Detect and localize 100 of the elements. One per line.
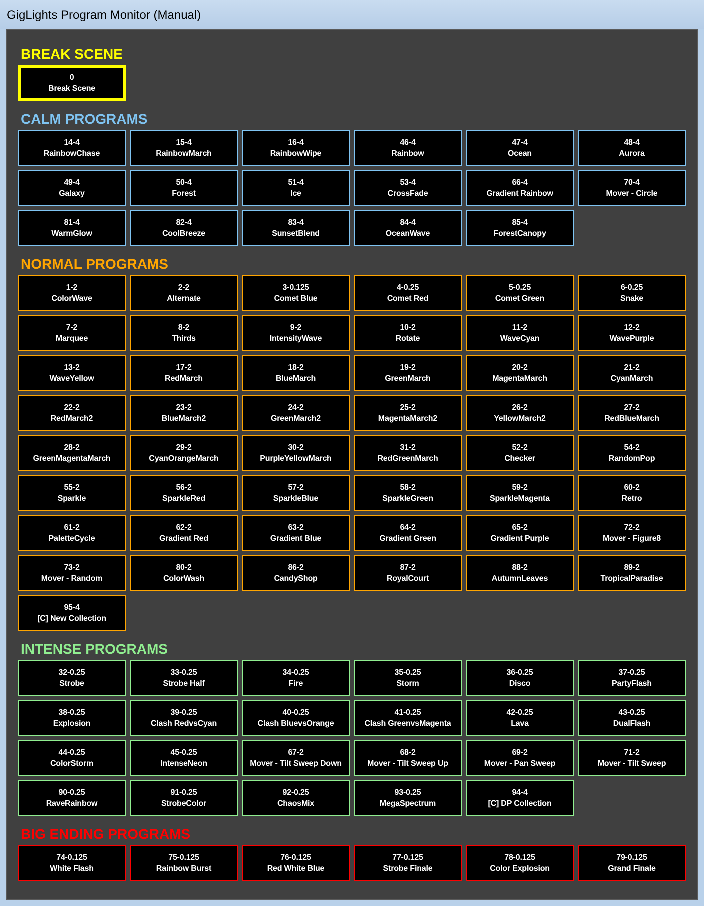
program-button[interactable]: 53-4 CrossFade <box>354 170 462 206</box>
program-button[interactable]: 68-2 Mover - Tilt Sweep Up <box>354 740 462 776</box>
program-button[interactable]: 95-4 [C] New Collection <box>18 595 126 631</box>
program-button[interactable]: 29-2 CyanOrangeMarch <box>130 435 238 471</box>
program-button[interactable]: 60-2 Retro <box>578 475 686 511</box>
program-button[interactable]: 91-0.25 StrobeColor <box>130 780 238 816</box>
program-button[interactable]: 55-2 Sparkle <box>18 475 126 511</box>
program-button[interactable]: 10-2 Rotate <box>354 315 462 351</box>
program-button[interactable]: 49-4 Galaxy <box>18 170 126 206</box>
program-button[interactable]: 89-2 TropicalParadise <box>578 555 686 591</box>
program-button[interactable]: 26-2 YellowMarch2 <box>466 395 574 431</box>
program-button[interactable]: 94-4 [C] DP Collection <box>466 780 574 816</box>
program-button[interactable]: 59-2 SparkleMagenta <box>466 475 574 511</box>
program-button[interactable]: 32-0.25 Strobe <box>18 660 126 696</box>
program-button[interactable]: 8-2 Thirds <box>130 315 238 351</box>
program-button[interactable]: 74-0.125 White Flash <box>18 845 126 881</box>
program-button[interactable]: 33-0.25 Strobe Half <box>130 660 238 696</box>
program-button[interactable]: 12-2 WavePurple <box>578 315 686 351</box>
program-button[interactable]: 31-2 RedGreenMarch <box>354 435 462 471</box>
program-button[interactable]: 86-2 CandyShop <box>242 555 350 591</box>
program-button[interactable]: 78-0.125 Color Explosion <box>466 845 574 881</box>
program-button[interactable]: 17-2 RedMarch <box>130 355 238 391</box>
window-title: GigLights Program Monitor (Manual) <box>7 8 202 22</box>
program-button[interactable]: 72-2 Mover - Figure8 <box>578 515 686 551</box>
program-button[interactable]: 19-2 GreenMarch <box>354 355 462 391</box>
program-button[interactable]: 22-2 RedMarch2 <box>18 395 126 431</box>
program-button[interactable]: 40-0.25 Clash BluevsOrange <box>242 700 350 736</box>
program-button[interactable]: 34-0.25 Fire <box>242 660 350 696</box>
program-button[interactable]: 76-0.125 Red White Blue <box>242 845 350 881</box>
program-button[interactable]: 15-4 RainbowMarch <box>130 130 238 166</box>
program-button[interactable]: 67-2 Mover - Tilt Sweep Down <box>242 740 350 776</box>
program-button[interactable]: 70-4 Mover - Circle <box>578 170 686 206</box>
program-button[interactable]: 50-4 Forest <box>130 170 238 206</box>
program-button[interactable]: 41-0.25 Clash GreenvsMagenta <box>354 700 462 736</box>
program-button[interactable]: 75-0.125 Rainbow Burst <box>130 845 238 881</box>
program-button[interactable]: 88-2 AutumnLeaves <box>466 555 574 591</box>
program-button[interactable]: 3-0.125 Comet Blue <box>242 275 350 311</box>
program-button[interactable]: 23-2 BlueMarch2 <box>130 395 238 431</box>
program-button[interactable]: 11-2 WaveCyan <box>466 315 574 351</box>
program-button[interactable]: 27-2 RedBlueMarch <box>578 395 686 431</box>
program-button[interactable]: 9-2 IntensityWave <box>242 315 350 351</box>
program-button[interactable]: 28-2 GreenMagentaMarch <box>18 435 126 471</box>
program-button[interactable]: 13-2 WaveYellow <box>18 355 126 391</box>
program-button[interactable]: 87-2 RoyalCourt <box>354 555 462 591</box>
program-button[interactable]: 65-2 Gradient Purple <box>466 515 574 551</box>
program-button[interactable]: 90-0.25 RaveRainbow <box>18 780 126 816</box>
program-button[interactable]: 43-0.25 DualFlash <box>578 700 686 736</box>
program-button[interactable]: 35-0.25 Storm <box>354 660 462 696</box>
program-button[interactable]: 79-0.125 Grand Finale <box>578 845 686 881</box>
program-button[interactable]: 73-2 Mover - Random <box>18 555 126 591</box>
program-button[interactable]: 38-0.25 Explosion <box>18 700 126 736</box>
program-button[interactable]: 0 Break Scene <box>18 65 126 101</box>
program-button[interactable]: 80-2 ColorWash <box>130 555 238 591</box>
program-button[interactable]: 16-4 RainbowWipe <box>242 130 350 166</box>
program-button[interactable]: 77-0.125 Strobe Finale <box>354 845 462 881</box>
section-heading: INTENSE PROGRAMS <box>21 640 170 658</box>
program-button[interactable]: 21-2 CyanMarch <box>578 355 686 391</box>
program-button[interactable]: 1-2 ColorWave <box>18 275 126 311</box>
program-button[interactable]: 20-2 MagentaMarch <box>466 355 574 391</box>
program-button[interactable]: 57-2 SparkleBlue <box>242 475 350 511</box>
program-button[interactable]: 62-2 Gradient Red <box>130 515 238 551</box>
program-button[interactable]: 51-4 Ice <box>242 170 350 206</box>
program-button[interactable]: 81-4 WarmGlow <box>18 210 126 246</box>
program-button[interactable]: 69-2 Mover - Pan Sweep <box>466 740 574 776</box>
program-button[interactable]: 25-2 MagentaMarch2 <box>354 395 462 431</box>
program-button[interactable]: 14-4 RainbowChase <box>18 130 126 166</box>
program-button[interactable]: 18-2 BlueMarch <box>242 355 350 391</box>
program-button[interactable]: 54-2 RandomPop <box>578 435 686 471</box>
program-button[interactable]: 37-0.25 PartyFlash <box>578 660 686 696</box>
program-button[interactable]: 92-0.25 ChaosMix <box>242 780 350 816</box>
program-button[interactable]: 44-0.25 ColorStorm <box>18 740 126 776</box>
program-button[interactable]: 6-0.25 Snake <box>578 275 686 311</box>
section-heading: CALM PROGRAMS <box>21 110 149 128</box>
program-button[interactable]: 46-4 Rainbow <box>354 130 462 166</box>
program-button[interactable]: 30-2 PurpleYellowMarch <box>242 435 350 471</box>
program-button[interactable]: 71-2 Mover - Tilt Sweep <box>578 740 686 776</box>
program-button[interactable]: 45-0.25 IntenseNeon <box>130 740 238 776</box>
program-button[interactable]: 66-4 Gradient Rainbow <box>466 170 574 206</box>
program-button[interactable]: 61-2 PaletteCycle <box>18 515 126 551</box>
program-button[interactable]: 4-0.25 Comet Red <box>354 275 462 311</box>
program-button[interactable]: 85-4 ForestCanopy <box>466 210 574 246</box>
program-button[interactable]: 7-2 Marquee <box>18 315 126 351</box>
program-button[interactable]: 56-2 SparkleRed <box>130 475 238 511</box>
program-button[interactable]: 52-2 Checker <box>466 435 574 471</box>
program-button[interactable]: 58-2 SparkleGreen <box>354 475 462 511</box>
program-button[interactable]: 42-0.25 Lava <box>466 700 574 736</box>
section-heading: NORMAL PROGRAMS <box>21 255 170 273</box>
program-button[interactable]: 63-2 Gradient Blue <box>242 515 350 551</box>
program-button[interactable]: 83-4 SunsetBlend <box>242 210 350 246</box>
program-button[interactable]: 93-0.25 MegaSpectrum <box>354 780 462 816</box>
program-button[interactable]: 48-4 Aurora <box>578 130 686 166</box>
program-button[interactable]: 64-2 Gradient Green <box>354 515 462 551</box>
program-button[interactable]: 36-0.25 Disco <box>466 660 574 696</box>
program-button[interactable]: 2-2 Alternate <box>130 275 238 311</box>
program-button[interactable]: 5-0.25 Comet Green <box>466 275 574 311</box>
program-button[interactable]: 24-2 GreenMarch2 <box>242 395 350 431</box>
program-button[interactable]: 39-0.25 Clash RedvsCyan <box>130 700 238 736</box>
program-button[interactable]: 47-4 Ocean <box>466 130 574 166</box>
program-button[interactable]: 84-4 OceanWave <box>354 210 462 246</box>
program-button[interactable]: 82-4 CoolBreeze <box>130 210 238 246</box>
